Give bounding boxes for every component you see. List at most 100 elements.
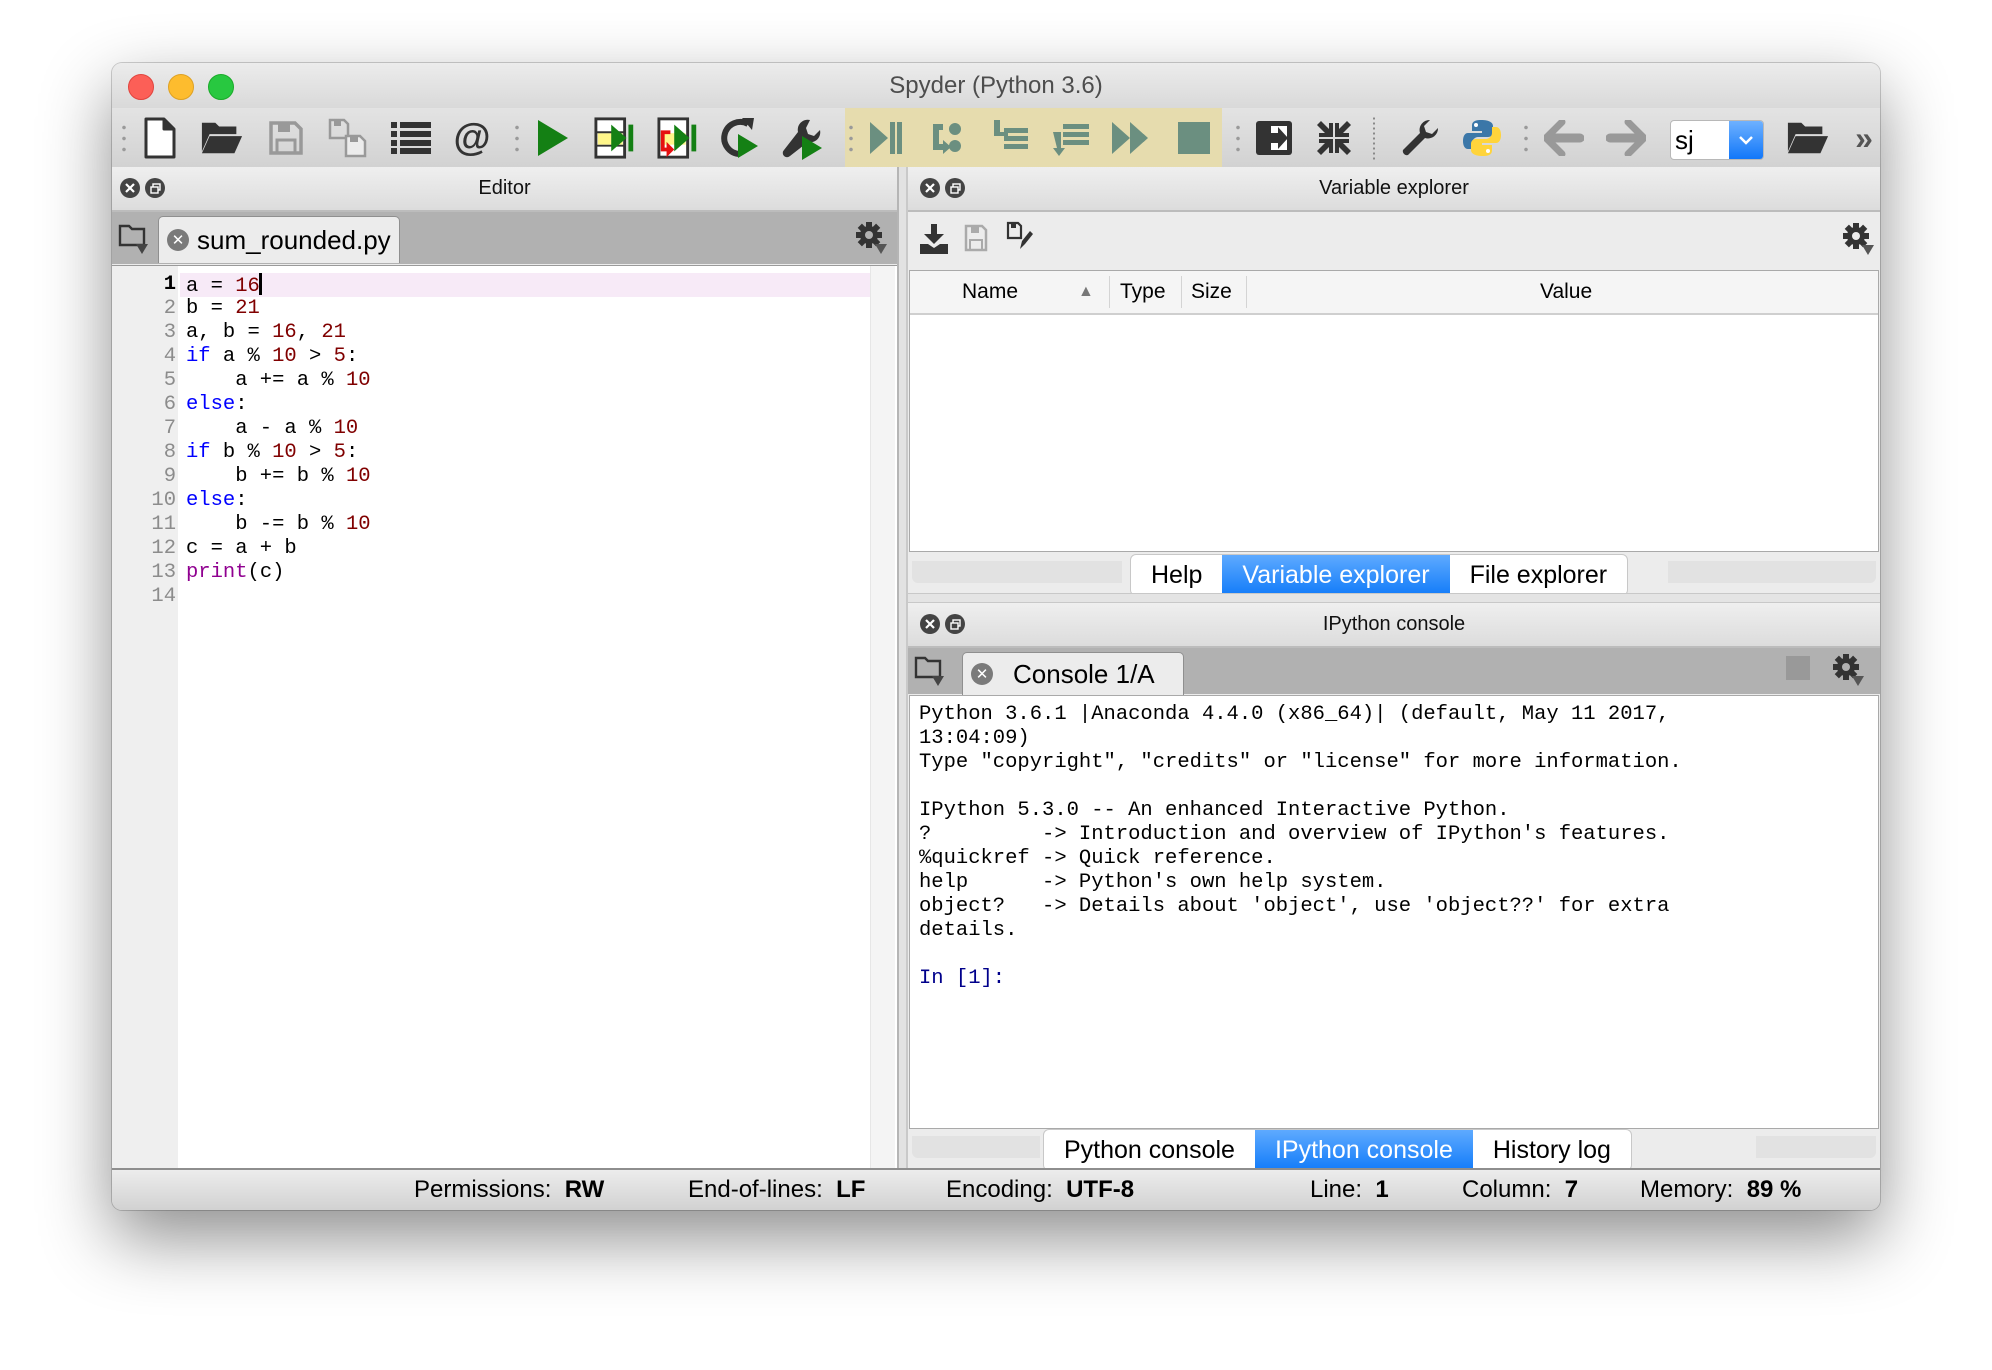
tab-python-console[interactable]: Python console (1044, 1130, 1255, 1170)
interrupt-kernel-icon[interactable] (1786, 656, 1810, 680)
new-file-icon[interactable] (138, 116, 182, 160)
token: b = (186, 297, 236, 320)
token-num: 21 (235, 297, 260, 320)
preferences-wrench-icon[interactable] (1398, 116, 1442, 160)
import-data-icon[interactable] (920, 224, 950, 254)
toolbar-grip[interactable] (122, 122, 126, 154)
editor-file-tab[interactable]: ✕ sum_rounded.py (158, 216, 400, 263)
token-num: 10 (333, 417, 359, 440)
token: b -= b % (186, 513, 346, 536)
line-number: 8 (163, 441, 176, 464)
debug-step-icon[interactable] (925, 116, 969, 160)
toolbar-grip[interactable] (1236, 122, 1240, 154)
save-data-as-icon[interactable] (1006, 221, 1036, 253)
toolbar-overflow-icon[interactable]: » (1842, 116, 1880, 160)
ipython-console-header: IPython console (908, 603, 1880, 648)
close-pane-icon[interactable] (920, 614, 940, 634)
open-directory-icon[interactable] (1786, 116, 1830, 160)
maximize-pane-icon[interactable] (1252, 116, 1296, 160)
code-text: if b % 10 > 5: (186, 441, 358, 465)
column-label: Column: (1462, 1176, 1552, 1203)
token: a % (210, 345, 273, 368)
code-editor[interactable]: 1 a = 16 2 b = 21 3 a, b = 16, 21 4 if a % 10 >… (112, 265, 897, 1172)
toolbar-grip[interactable] (515, 122, 519, 154)
tab-file-explorer[interactable]: File explorer (1450, 555, 1628, 595)
toolbar-grip[interactable] (849, 122, 853, 154)
token-num: 10 (345, 513, 371, 536)
main-toolbar: @ sj » (112, 108, 1880, 169)
variable-explorer-options-gear-icon[interactable] (1842, 221, 1876, 257)
browse-consoles-icon[interactable] (914, 654, 944, 686)
debug-continue-icon[interactable] (1108, 116, 1152, 160)
run-configuration-icon[interactable] (780, 116, 824, 160)
editor-scrollbar[interactable] (870, 266, 895, 1172)
chevron-down-icon[interactable] (1729, 121, 1763, 159)
token-bi: print (186, 561, 248, 584)
pythonpath-at-icon[interactable]: @ (450, 116, 494, 160)
column-header-type[interactable]: Type (1120, 271, 1166, 313)
browse-tabs-icon[interactable] (389, 116, 433, 160)
close-tab-icon[interactable]: ✕ (167, 229, 189, 251)
save-data-icon[interactable] (964, 224, 994, 254)
pane-splitter[interactable] (897, 167, 908, 1168)
console-options-gear-icon[interactable] (1832, 652, 1866, 688)
pane-splitter-horizontal[interactable] (908, 593, 1880, 603)
save-all-icon[interactable] (326, 116, 370, 160)
token: c = a + b (186, 537, 297, 560)
token-num: 5 (333, 345, 346, 368)
forward-arrow-icon[interactable] (1604, 116, 1648, 160)
open-file-icon[interactable] (200, 116, 244, 160)
line-number: 6 (163, 393, 176, 416)
ipython-console-title: IPython console (1322, 613, 1466, 635)
run-file-icon[interactable] (530, 116, 574, 160)
encoding-label: Encoding: (946, 1176, 1053, 1203)
debug-step-into-icon[interactable] (988, 116, 1032, 160)
tab-ipython-console[interactable]: IPython console (1254, 1130, 1473, 1170)
column-header-size[interactable]: Size (1191, 271, 1232, 313)
line-number: 11 (151, 513, 176, 536)
tab-variable-explorer[interactable]: Variable explorer (1222, 555, 1450, 595)
tab-history-log[interactable]: History log (1473, 1130, 1631, 1170)
line-label: Line: (1310, 1176, 1363, 1203)
run-cell-icon[interactable] (594, 116, 638, 160)
line-number: 2 (163, 297, 176, 320)
token-kw: else (186, 489, 236, 512)
editor-pane-header: Editor (112, 167, 897, 212)
back-arrow-icon[interactable] (1542, 116, 1586, 160)
rerun-last-icon[interactable] (718, 116, 762, 160)
column-header-value[interactable]: Value (1540, 271, 1592, 313)
debug-file-icon[interactable] (864, 116, 908, 160)
debug-step-return-icon[interactable] (1049, 116, 1093, 160)
line-value: 1 (1375, 1176, 1389, 1203)
console-tab[interactable]: ✕ Console 1/A (962, 652, 1184, 695)
column-divider[interactable] (1246, 276, 1247, 308)
browse-files-icon[interactable] (118, 222, 148, 254)
debug-stop-icon[interactable] (1172, 116, 1216, 160)
variable-table-header: Name ▲ Type Size Value (910, 271, 1878, 315)
text-cursor (258, 273, 262, 295)
variable-table[interactable]: Name ▲ Type Size Value (909, 270, 1879, 552)
token: > (296, 441, 334, 464)
tab-help[interactable]: Help (1131, 555, 1222, 595)
python-path-manager-icon[interactable] (1460, 116, 1504, 160)
line-number: 5 (163, 369, 176, 392)
token: a, b = (186, 321, 273, 344)
top-right-tabs: Help Variable explorer File explorer (1130, 554, 1629, 596)
undock-pane-icon[interactable] (945, 614, 965, 634)
fullscreen-icon[interactable] (1312, 116, 1356, 160)
token-num: 16 (272, 321, 297, 344)
working-directory-combobox[interactable]: sj (1670, 120, 1764, 160)
spyder-window: Spyder (Python 3.6) @ sj » Editor ✕ sum_… (112, 63, 1880, 1210)
column-header-name[interactable]: Name (962, 271, 1018, 313)
ipython-console-output[interactable]: Python 3.6.1 |Anaconda 4.4.0 (x86_64)| (… (909, 695, 1879, 1129)
run-cell-advance-icon[interactable] (657, 116, 701, 160)
save-file-icon[interactable] (264, 116, 308, 160)
toolbar-grip[interactable] (1524, 122, 1528, 154)
line-number: 9 (163, 465, 176, 488)
column-divider[interactable] (1181, 276, 1182, 308)
close-tab-icon[interactable]: ✕ (971, 663, 993, 685)
column-divider[interactable] (1109, 276, 1110, 308)
status-encoding: Encoding: UTF-8 (946, 1170, 1134, 1210)
editor-options-gear-icon[interactable] (855, 220, 889, 256)
console-prompt[interactable]: In [1]: (919, 967, 1005, 991)
